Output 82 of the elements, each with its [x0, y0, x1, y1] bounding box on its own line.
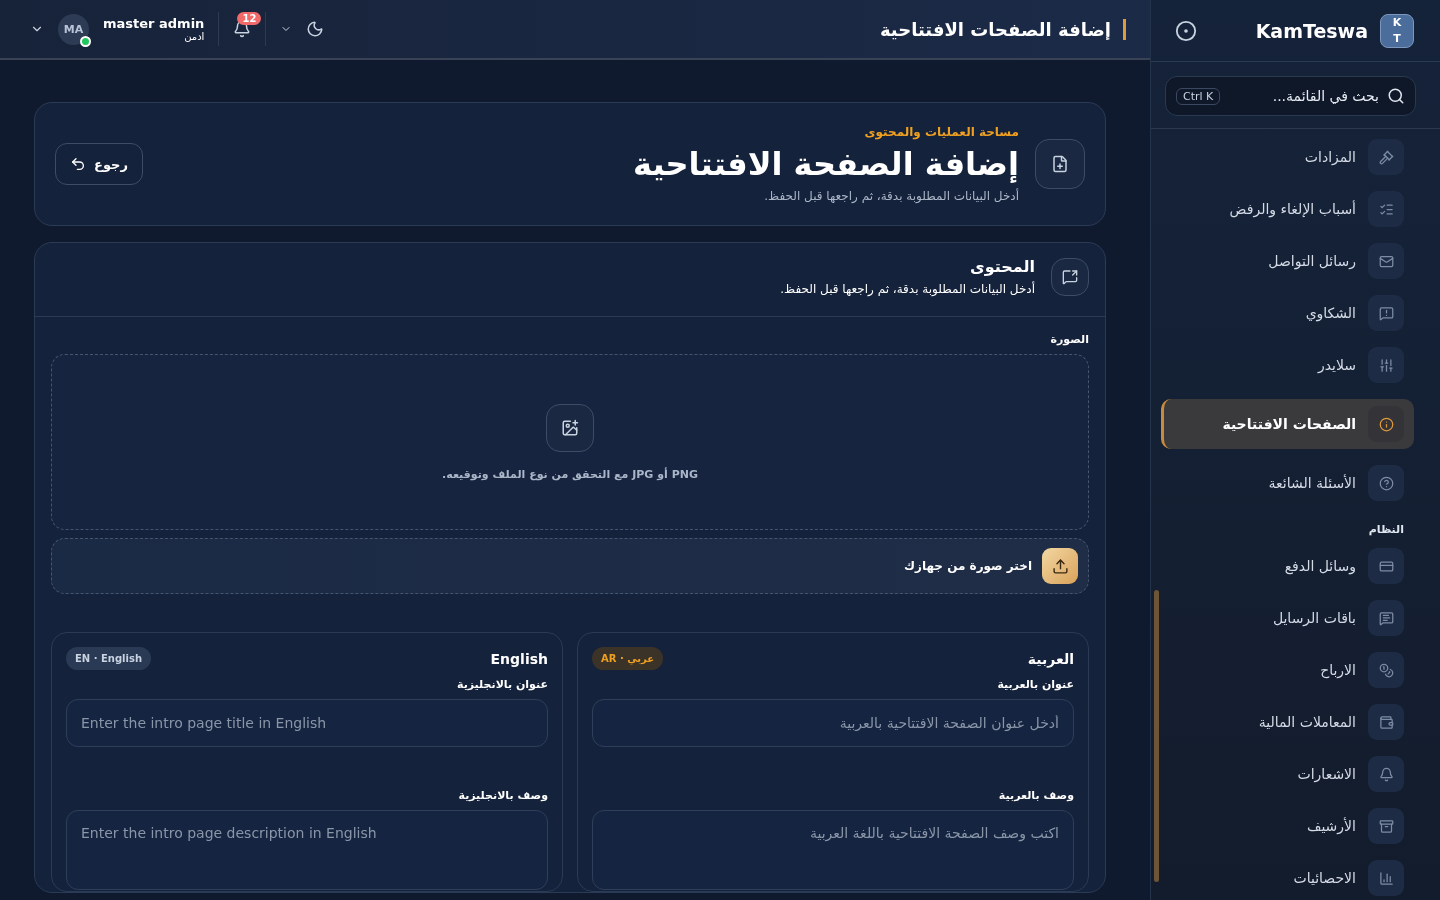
image-plus-icon — [546, 403, 594, 452]
card-icon — [1378, 558, 1394, 574]
nav-item[interactable]: باقات الرسايل — [1161, 600, 1404, 636]
bell-icon — [1378, 766, 1394, 782]
message-icon — [1378, 610, 1394, 626]
nav-label: وسائل الدفع — [1284, 558, 1356, 574]
user-name: master admin — [103, 16, 205, 31]
field-label: وصف بالانجليزية — [457, 789, 548, 802]
language-tag: AR · عربي — [592, 647, 664, 670]
help-icon — [1378, 475, 1394, 491]
message-share-icon — [1051, 257, 1089, 296]
nav-item[interactable]: الأسئلة الشائعة — [1161, 465, 1404, 501]
nav-label: رسائل التواصل — [1268, 253, 1356, 269]
nav-label: سلايدر — [1317, 357, 1356, 373]
file-plus-icon — [1035, 139, 1085, 189]
search-input[interactable]: بحث في القائمة... — [1226, 87, 1381, 105]
nav-item[interactable]: الصفحات الافتتاحية — [1161, 399, 1414, 449]
nav-label: باقات الرسايل — [1272, 610, 1356, 626]
brand-name: KamTeswa — [1254, 19, 1368, 42]
nav-item[interactable]: سلايدر — [1161, 347, 1404, 383]
field-label: الصورة — [1049, 333, 1089, 346]
notification-count: 12 — [237, 12, 262, 25]
language-title: العربية — [1027, 650, 1074, 667]
user-role: ادمن — [184, 31, 205, 42]
mail-icon — [1378, 253, 1394, 269]
checklist-icon — [1378, 201, 1394, 217]
nav-item[interactable]: المعاملات المالية — [1161, 704, 1404, 740]
coins-icon — [1378, 662, 1394, 678]
undo-icon — [70, 156, 86, 172]
description-field[interactable]: اكتب وصف الصفحة الافتتاحية باللغة العربية — [592, 810, 1074, 890]
scrollbar-thumb[interactable] — [1154, 590, 1159, 882]
wallet-icon — [1378, 714, 1394, 730]
field-label: عنوان بالعربية — [996, 678, 1074, 691]
nav-label: الصفحات الافتتاحية — [1222, 416, 1356, 432]
nav-item[interactable]: وسائل الدفع — [1161, 548, 1404, 584]
moon-icon[interactable] — [306, 20, 325, 38]
language-tag: EN · English — [66, 647, 151, 670]
nav-label: المعاملات المالية — [1258, 714, 1356, 730]
nav-label: الاشعارات — [1297, 766, 1356, 782]
nav-item[interactable]: الأرشيف — [1161, 808, 1404, 844]
section-title: النظام — [1367, 523, 1404, 536]
nav-label: الارباح — [1320, 662, 1356, 678]
nav-item[interactable]: رسائل التواصل — [1161, 243, 1404, 279]
info-icon — [1378, 416, 1394, 432]
search-icon — [1387, 87, 1405, 105]
language-title: English — [490, 650, 548, 667]
dropzone-hint: PNG أو JPG مع التحقق من نوع الملف وتوقيعه. — [442, 467, 698, 481]
message-alert-icon — [1378, 305, 1394, 321]
nav-item[interactable]: أسباب الإلغاء والرفض — [1161, 191, 1404, 227]
nav-label: أسباب الإلغاء والرفض — [1229, 201, 1356, 217]
field-label: وصف بالعربية — [997, 789, 1074, 802]
image-dropzone[interactable]: PNG أو JPG مع التحقق من نوع الملف وتوقيعه. — [51, 354, 1089, 530]
upload-icon — [1042, 548, 1078, 584]
eyebrow-text: مساحة العمليات والمحتوى — [863, 125, 1019, 139]
bell-icon[interactable] — [233, 20, 252, 38]
page-title: إضافة الصفحات الافتتاحية — [324, 18, 1126, 40]
nav-item[interactable]: الارباح — [1161, 652, 1404, 688]
nav-item[interactable]: الاشعارات — [1161, 756, 1404, 792]
section-heading: المحتوى — [969, 257, 1035, 276]
nav-label: المزادات — [1304, 149, 1356, 165]
back-button[interactable]: رجوع — [55, 143, 143, 185]
bar-chart-icon — [1378, 870, 1394, 886]
nav-label: الاحصائيات — [1293, 870, 1356, 886]
description-field[interactable]: Enter the intro page description in English — [66, 810, 548, 890]
archive-icon — [1378, 818, 1394, 834]
user-avatar[interactable]: MA — [58, 13, 89, 45]
nav-label: الشكاوي — [1305, 305, 1356, 321]
shortcut-hint: Ctrl K — [1176, 87, 1221, 105]
nav-label: الأسئلة الشائعة — [1268, 475, 1356, 491]
nav-item[interactable]: المزادات — [1161, 139, 1404, 175]
title-field[interactable]: Enter the intro page title in English — [66, 699, 548, 747]
nav-item[interactable]: الشكاوي — [1161, 295, 1404, 331]
sliders-icon — [1378, 357, 1394, 373]
hero-subtitle: أدخل البيانات المطلوبة بدقة، ثم راجعها قبل الحفظ. — [763, 189, 1019, 203]
nav-item[interactable]: الاحصائيات — [1161, 860, 1404, 896]
brand-logo: K T — [1380, 13, 1414, 48]
hero-title: إضافة الصفحة الافتتاحية — [632, 145, 1019, 183]
section-subtitle: أدخل البيانات المطلوبة بدقة، ثم راجعها قبل الحفظ. — [779, 282, 1035, 296]
upload-button[interactable]: اختر صورة من جهازك — [51, 538, 1089, 594]
field-label: عنوان بالانجليزية — [455, 678, 548, 691]
gavel-icon — [1378, 149, 1394, 165]
nav-label: الأرشيف — [1306, 818, 1356, 834]
